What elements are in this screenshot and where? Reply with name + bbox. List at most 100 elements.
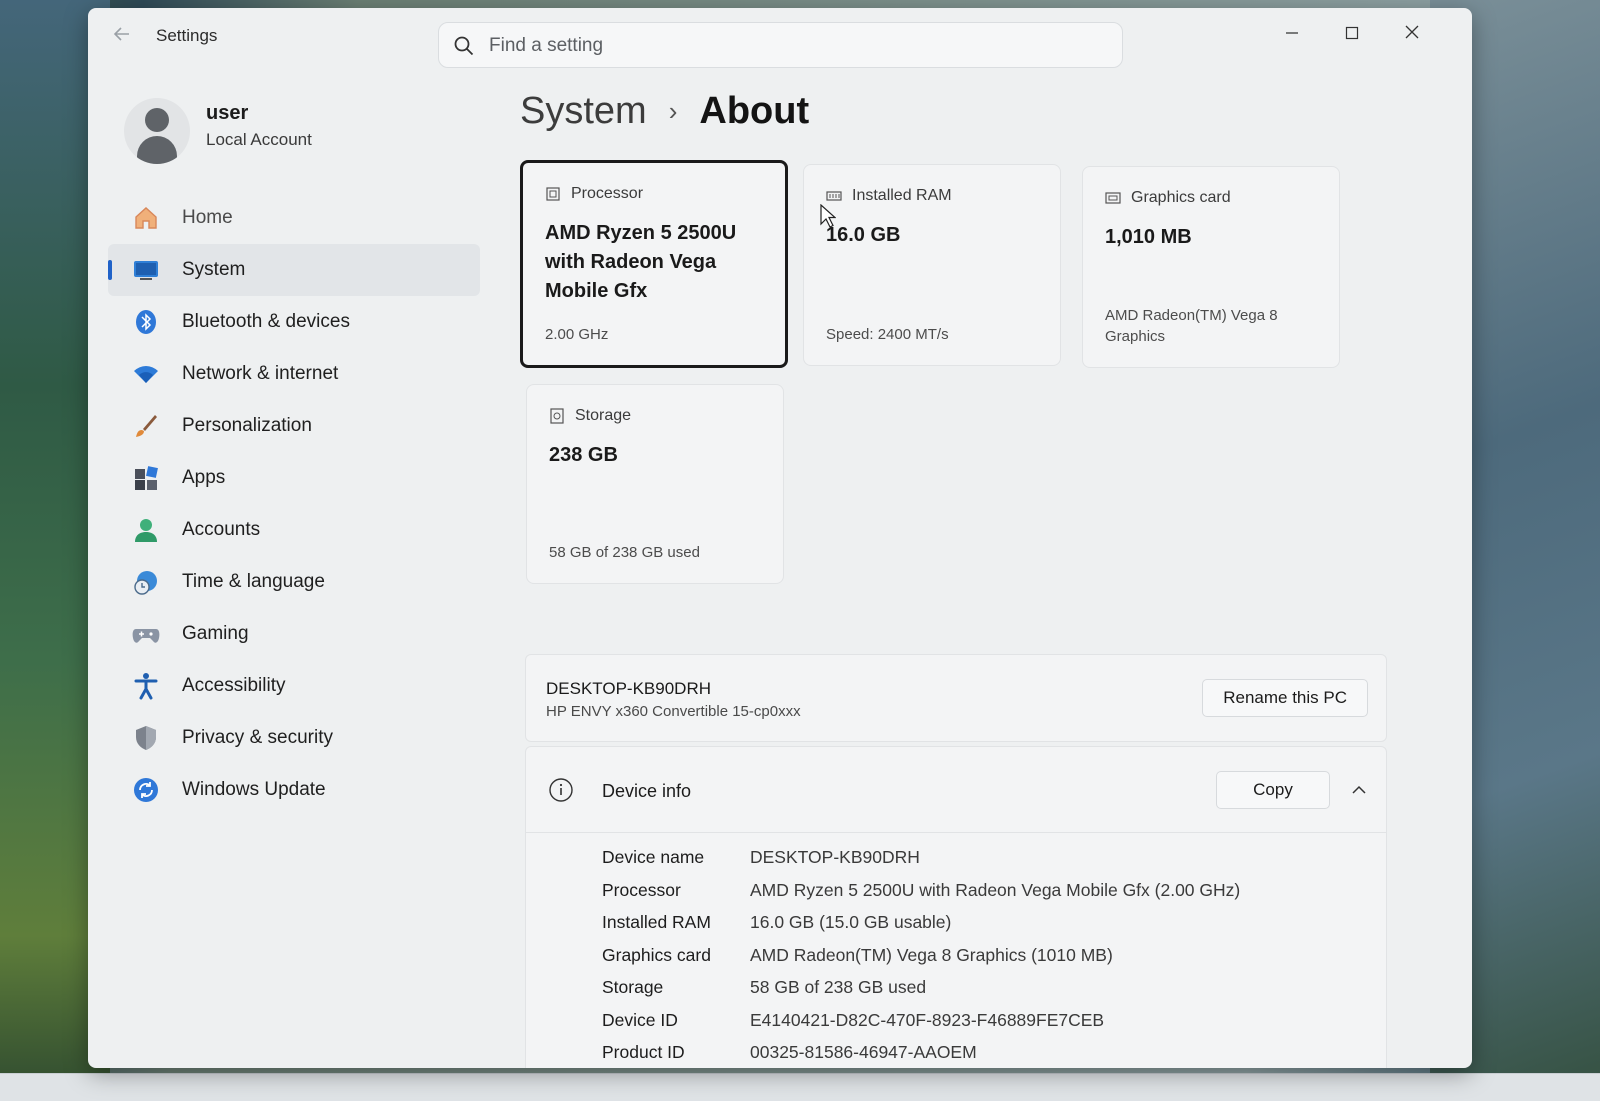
- card-value: AMD Ryzen 5 2500U with Radeon Vega Mobil…: [545, 222, 737, 302]
- card-detail: 2.00 GHz: [545, 326, 609, 343]
- card-detail: 58 GB of 238 GB used: [549, 544, 700, 561]
- sidebar-item-system[interactable]: System: [108, 244, 480, 296]
- minimize-button[interactable]: [1272, 20, 1312, 48]
- card-value: 238 GB: [549, 444, 618, 466]
- sidebar-item-apps[interactable]: Apps: [108, 452, 480, 504]
- sidebar-item-accessibility[interactable]: Accessibility: [108, 660, 480, 712]
- card-detail: Speed: 2400 MT/s: [826, 326, 949, 343]
- card-label: Processor: [571, 185, 644, 202]
- settings-window: Settings user Local Account: [88, 8, 1472, 1068]
- sidebar-item-personalization[interactable]: Personalization: [108, 400, 480, 452]
- pc-model: HP ENVY x360 Convertible 15-cp0xxx: [546, 703, 801, 720]
- storage-icon: [550, 408, 564, 424]
- sidebar-item-time-language[interactable]: Time & language: [108, 556, 480, 608]
- sidebar-item-label: Accounts: [182, 519, 261, 540]
- card-value: 1,010 MB: [1105, 226, 1192, 248]
- spec-value: AMD Radeon(TM) Vega 8 Graphics (1010 MB): [750, 944, 1113, 965]
- spec-row-graphics-card: Graphics card AMD Radeon(TM) Vega 8 Grap…: [602, 945, 1362, 978]
- device-info-header[interactable]: Device info Copy: [526, 747, 1386, 833]
- card-detail: AMD Radeon(TM) Vega 8 Graphics: [1105, 307, 1278, 345]
- search-input[interactable]: [489, 31, 1089, 61]
- close-icon: [1405, 25, 1419, 39]
- chevron-up-icon[interactable]: [1350, 781, 1368, 799]
- device-info-title: Device info: [602, 781, 692, 801]
- sidebar: user Local Account Home System Bluetooth…: [88, 68, 498, 1068]
- sidebar-item-label: Home: [182, 207, 233, 228]
- copy-button[interactable]: Copy: [1216, 771, 1330, 809]
- device-info-panel: Device info Copy Device name DESKTOP-KB9…: [525, 746, 1387, 1068]
- graphics-card[interactable]: Graphics card 1,010 MB AMD Radeon(TM) Ve…: [1082, 166, 1340, 368]
- processor-icon: [546, 187, 560, 201]
- spec-value: AMD Ryzen 5 2500U with Radeon Vega Mobil…: [750, 879, 1241, 900]
- spec-row-product-id: Product ID 00325-81586-46947-AAOEM: [602, 1042, 1362, 1068]
- rename-pc-button[interactable]: Rename this PC: [1202, 679, 1368, 717]
- avatar-body-icon: [137, 136, 177, 164]
- sidebar-item-label: Network & internet: [182, 363, 339, 384]
- sidebar-item-label: Privacy & security: [182, 727, 333, 748]
- card-value: 16.0 GB: [826, 224, 901, 246]
- card-label: Graphics card: [1131, 189, 1231, 206]
- spec-row-installed-ram: Installed RAM 16.0 GB (15.0 GB usable): [602, 912, 1362, 945]
- back-arrow-icon: [113, 27, 129, 41]
- sidebar-item-network[interactable]: Network & internet: [108, 348, 480, 400]
- sidebar-item-label: Bluetooth & devices: [182, 311, 350, 332]
- sidebar-item-bluetooth[interactable]: Bluetooth & devices: [108, 296, 480, 348]
- breadcrumb-parent[interactable]: System: [520, 90, 647, 133]
- storage-card[interactable]: Storage 238 GB 58 GB of 238 GB used: [526, 384, 784, 584]
- card-label: Storage: [575, 407, 632, 424]
- app-title: Settings: [156, 26, 218, 45]
- processor-card[interactable]: Processor AMD Ryzen 5 2500U with Radeon …: [520, 160, 788, 368]
- spec-row-storage: Storage 58 GB of 238 GB used: [602, 977, 1362, 1010]
- active-indicator: [108, 260, 112, 280]
- sidebar-item-windows-update[interactable]: Windows Update: [108, 764, 480, 816]
- sidebar-item-gaming[interactable]: Gaming: [108, 608, 480, 660]
- device-spec-list: Device name DESKTOP-KB90DRH Processor AM…: [602, 847, 1362, 1068]
- avatar: [124, 98, 190, 164]
- home-icon: [132, 204, 160, 232]
- sidebar-item-accounts[interactable]: Accounts: [108, 504, 480, 556]
- spec-key: Processor: [602, 879, 681, 900]
- taskbar: [0, 1073, 1600, 1101]
- search-icon: [454, 36, 474, 56]
- sidebar-item-label: Accessibility: [182, 675, 286, 696]
- spec-row-device-name: Device name DESKTOP-KB90DRH: [602, 847, 1362, 880]
- spec-value: E4140421-D82C-470F-8923-F46889FE7CEB: [750, 1009, 1105, 1030]
- user-profile[interactable]: user Local Account: [116, 92, 476, 182]
- sidebar-item-privacy-security[interactable]: Privacy & security: [108, 712, 480, 764]
- title-bar: Settings: [88, 8, 1472, 68]
- spec-value: DESKTOP-KB90DRH: [750, 847, 920, 867]
- graphics-card-icon: [1105, 192, 1121, 204]
- spec-row-device-id: Device ID E4140421-D82C-470F-8923-F46889…: [602, 1010, 1362, 1043]
- wifi-icon: [132, 360, 160, 388]
- mouse-cursor-icon: [820, 204, 836, 228]
- search-box[interactable]: [438, 22, 1123, 68]
- installed-ram-card[interactable]: Installed RAM 16.0 GB Speed: 2400 MT/s: [803, 164, 1061, 366]
- maximize-icon: [1345, 26, 1359, 40]
- globe-clock-icon: [132, 568, 160, 596]
- minimize-icon: [1286, 32, 1298, 34]
- sidebar-item-label: System: [182, 259, 246, 280]
- card-label: Installed RAM: [852, 187, 952, 204]
- maximize-button[interactable]: [1332, 20, 1372, 48]
- sidebar-item-label: Windows Update: [182, 779, 326, 800]
- sidebar-nav: Home System Bluetooth & devices Network …: [108, 192, 480, 816]
- back-button[interactable]: [108, 24, 136, 48]
- sidebar-item-home[interactable]: Home: [108, 192, 480, 244]
- page-title: About: [699, 90, 810, 132]
- card-header: Graphics card: [1105, 189, 1231, 207]
- bluetooth-icon: [132, 308, 160, 336]
- spec-row-processor: Processor AMD Ryzen 5 2500U with Radeon …: [602, 880, 1362, 913]
- spec-key: Product ID: [602, 1042, 685, 1062]
- main-content: System › About Processor AMD Ryzen 5 250…: [518, 68, 1472, 1068]
- spec-value: 58 GB of 238 GB used: [750, 977, 927, 997]
- pc-name: DESKTOP-KB90DRH: [546, 679, 712, 698]
- sidebar-item-label: Time & language: [182, 571, 325, 592]
- spec-key: Installed RAM: [602, 912, 711, 932]
- spec-value: 00325-81586-46947-AAOEM: [750, 1042, 977, 1062]
- person-icon: [132, 516, 160, 544]
- pc-name-panel: DESKTOP-KB90DRH HP ENVY x360 Convertible…: [525, 654, 1387, 742]
- spec-value: 16.0 GB (15.0 GB usable): [750, 912, 952, 932]
- sidebar-item-label: Gaming: [182, 623, 249, 644]
- close-button[interactable]: [1392, 20, 1432, 48]
- spec-key: Device name: [602, 847, 705, 867]
